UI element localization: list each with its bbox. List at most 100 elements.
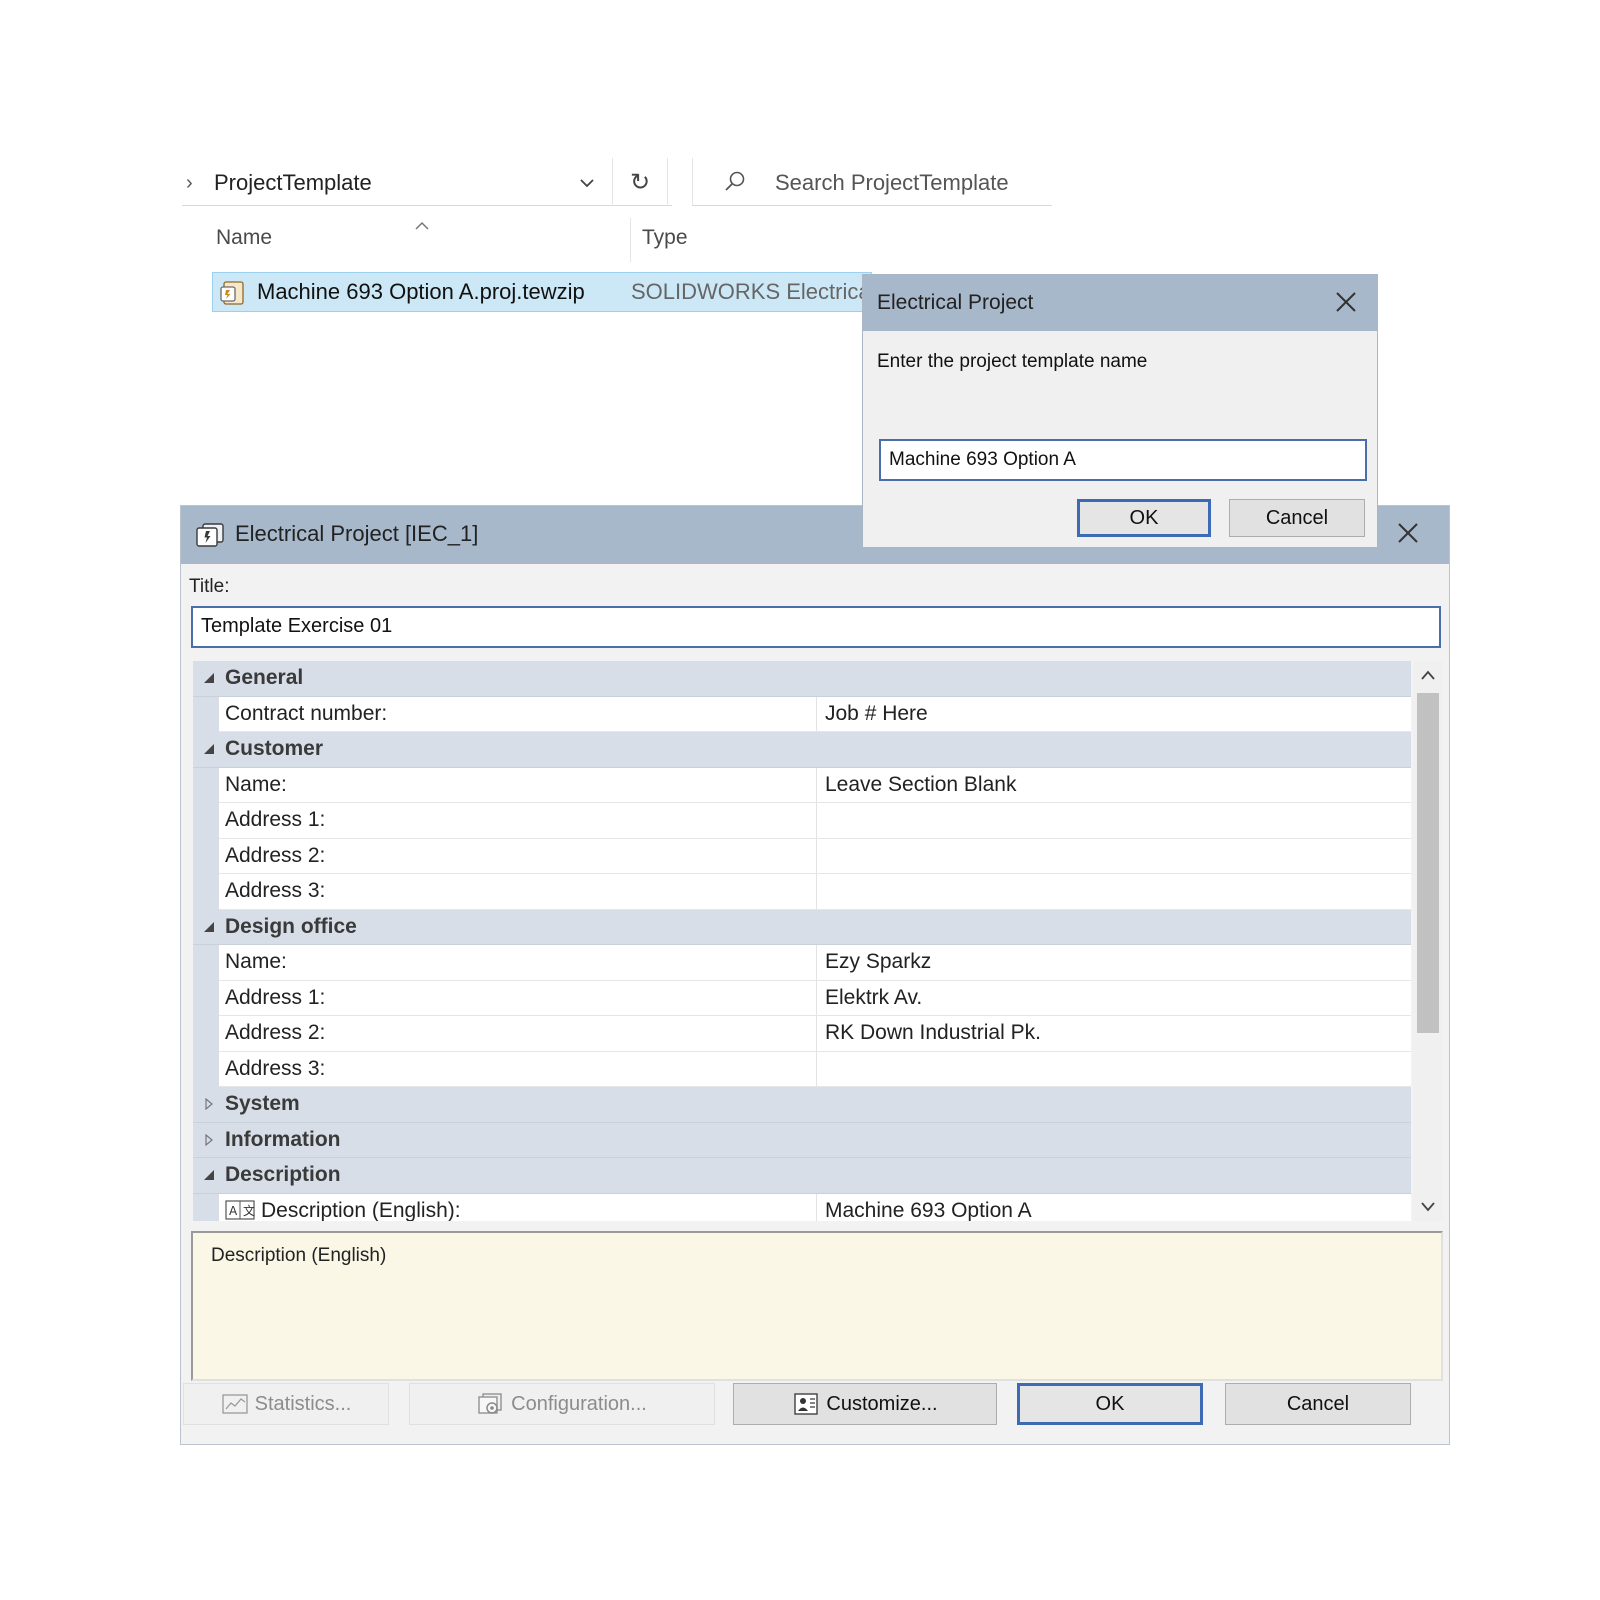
configuration-label: Configuration... xyxy=(511,1392,647,1415)
group-system[interactable]: System xyxy=(193,1087,1411,1123)
property-label: A 文 Description (English): xyxy=(225,1199,461,1221)
property-row-customer-address-2[interactable]: Address 2: xyxy=(193,838,1411,874)
dialog-title: Electrical Project [IEC_1] xyxy=(235,521,479,546)
column-divider xyxy=(816,838,817,874)
property-row-office-address-3[interactable]: Address 3: xyxy=(193,1051,1411,1087)
column-divider xyxy=(816,803,817,839)
chevron-down-icon[interactable] xyxy=(580,176,594,190)
close-icon[interactable] xyxy=(1333,289,1359,315)
property-value[interactable]: Ezy Sparkz xyxy=(825,950,931,974)
property-row-office-name[interactable]: Name: Ezy Sparkz xyxy=(193,945,1411,981)
row-gutter xyxy=(193,1051,219,1087)
address-bar[interactable]: › ProjectTemplate xyxy=(182,158,672,206)
scroll-up-icon[interactable] xyxy=(1420,669,1436,681)
row-gutter xyxy=(193,945,219,981)
row-gutter xyxy=(193,767,219,803)
column-separator[interactable] xyxy=(630,218,631,262)
row-gutter xyxy=(193,1193,219,1221)
ok-button[interactable]: OK xyxy=(1017,1383,1203,1425)
group-label: Description xyxy=(225,1163,341,1186)
property-row-office-address-2[interactable]: Address 2: RK Down Industrial Pk. xyxy=(193,1016,1411,1052)
row-gutter xyxy=(193,803,219,839)
group-customer[interactable]: Customer xyxy=(193,732,1411,768)
row-gutter xyxy=(193,980,219,1016)
collapse-triangle-icon[interactable] xyxy=(203,921,215,933)
statistics-button[interactable]: Statistics... xyxy=(183,1383,389,1425)
ok-button[interactable]: OK xyxy=(1077,499,1211,537)
scroll-down-icon[interactable] xyxy=(1420,1201,1436,1213)
electrical-project-dialog: Electrical Project [IEC_1] Title: Templa… xyxy=(180,505,1450,1445)
group-general[interactable]: General xyxy=(193,661,1411,697)
column-header-name[interactable]: Name xyxy=(216,226,272,250)
cancel-button[interactable]: Cancel xyxy=(1225,1383,1411,1425)
project-icon xyxy=(196,523,224,547)
sort-up-icon xyxy=(415,221,429,230)
property-row-contract-number[interactable]: Contract number: Job # Here xyxy=(193,696,1411,732)
column-divider xyxy=(816,1051,817,1087)
search-box[interactable]: Search ProjectTemplate xyxy=(692,158,1052,206)
svg-text:A: A xyxy=(229,1204,238,1218)
property-row-customer-address-1[interactable]: Address 1: xyxy=(193,803,1411,839)
group-label: System xyxy=(225,1092,300,1115)
refresh-icon: ↻ xyxy=(629,168,651,196)
column-divider xyxy=(816,767,817,803)
column-divider xyxy=(816,1193,817,1221)
refresh-button[interactable]: ↻ xyxy=(612,158,668,206)
property-value[interactable]: RK Down Industrial Pk. xyxy=(825,1021,1041,1045)
scrollbar-thumb[interactable] xyxy=(1417,693,1439,1033)
description-help-label: Description (English) xyxy=(211,1245,387,1266)
property-label: Address 3: xyxy=(225,879,326,902)
row-gutter xyxy=(193,1016,219,1052)
description-help-box: Description (English) xyxy=(191,1231,1443,1381)
group-label: Design office xyxy=(225,914,357,938)
property-value[interactable]: Machine 693 Option A xyxy=(825,1199,1032,1222)
chevron-right-icon[interactable]: › xyxy=(186,172,193,195)
row-gutter xyxy=(193,696,219,732)
title-field[interactable]: Template Exercise 01 xyxy=(191,606,1441,648)
customize-button[interactable]: Customize... xyxy=(733,1383,997,1425)
property-row-customer-address-3[interactable]: Address 3: xyxy=(193,874,1411,910)
vertical-scrollbar[interactable] xyxy=(1413,661,1443,1221)
collapse-triangle-icon[interactable] xyxy=(203,672,215,684)
property-value[interactable]: Job # Here xyxy=(825,702,928,726)
dialog-title: Electrical Project xyxy=(877,291,1034,314)
collapse-triangle-icon[interactable] xyxy=(203,1169,215,1181)
property-label: Contract number: xyxy=(225,701,388,725)
collapse-triangle-icon[interactable] xyxy=(203,743,215,755)
expand-triangle-icon[interactable] xyxy=(203,1133,215,1146)
template-name-dialog: Electrical Project Enter the project tem… xyxy=(862,274,1378,548)
statistics-icon xyxy=(221,1394,248,1414)
property-grid: General Contract number: Job # Here Cust… xyxy=(193,661,1411,1221)
property-row-office-address-1[interactable]: Address 1: Elektrk Av. xyxy=(193,980,1411,1016)
property-value[interactable]: Leave Section Blank xyxy=(825,773,1016,797)
group-description[interactable]: Description xyxy=(193,1158,1411,1194)
row-gutter xyxy=(193,874,219,910)
group-information[interactable]: Information xyxy=(193,1122,1411,1158)
property-label: Address 2: xyxy=(225,843,326,867)
property-value[interactable]: Elektrk Av. xyxy=(825,986,922,1010)
property-row-description-english[interactable]: A 文 Description (English): Machine 693 Opt… xyxy=(193,1193,1411,1222)
expand-triangle-icon[interactable] xyxy=(203,1098,215,1110)
configuration-icon xyxy=(478,1393,502,1414)
column-divider xyxy=(816,945,817,981)
group-design-office[interactable]: Design office xyxy=(193,909,1411,945)
group-label: Information xyxy=(225,1127,341,1151)
close-icon[interactable] xyxy=(1395,520,1421,546)
configuration-button[interactable]: Configuration... xyxy=(409,1383,715,1425)
property-label: Address 3: xyxy=(225,1056,326,1080)
property-row-customer-name[interactable]: Name: Leave Section Blank xyxy=(193,767,1411,803)
file-type: SOLIDWORKS Electrica xyxy=(631,279,871,304)
statistics-label: Statistics... xyxy=(254,1392,352,1415)
template-name-input[interactable]: Machine 693 Option A xyxy=(879,439,1367,481)
cancel-button[interactable]: Cancel xyxy=(1229,499,1365,537)
column-divider xyxy=(816,980,817,1016)
breadcrumb-folder[interactable]: ProjectTemplate xyxy=(214,170,372,196)
dialog-titlebar[interactable]: Electrical Project xyxy=(863,275,1377,331)
file-name: Machine 693 Option A.proj.tewzip xyxy=(257,279,585,304)
property-label: Name: xyxy=(225,950,287,973)
title-field-label: Title: xyxy=(189,576,230,597)
property-label: Address 1: xyxy=(225,808,326,831)
search-placeholder: Search ProjectTemplate xyxy=(775,170,1009,195)
file-list-item[interactable]: Machine 693 Option A.proj.tewzip SOLIDWO… xyxy=(212,272,872,312)
column-header-type[interactable]: Type xyxy=(642,226,688,250)
